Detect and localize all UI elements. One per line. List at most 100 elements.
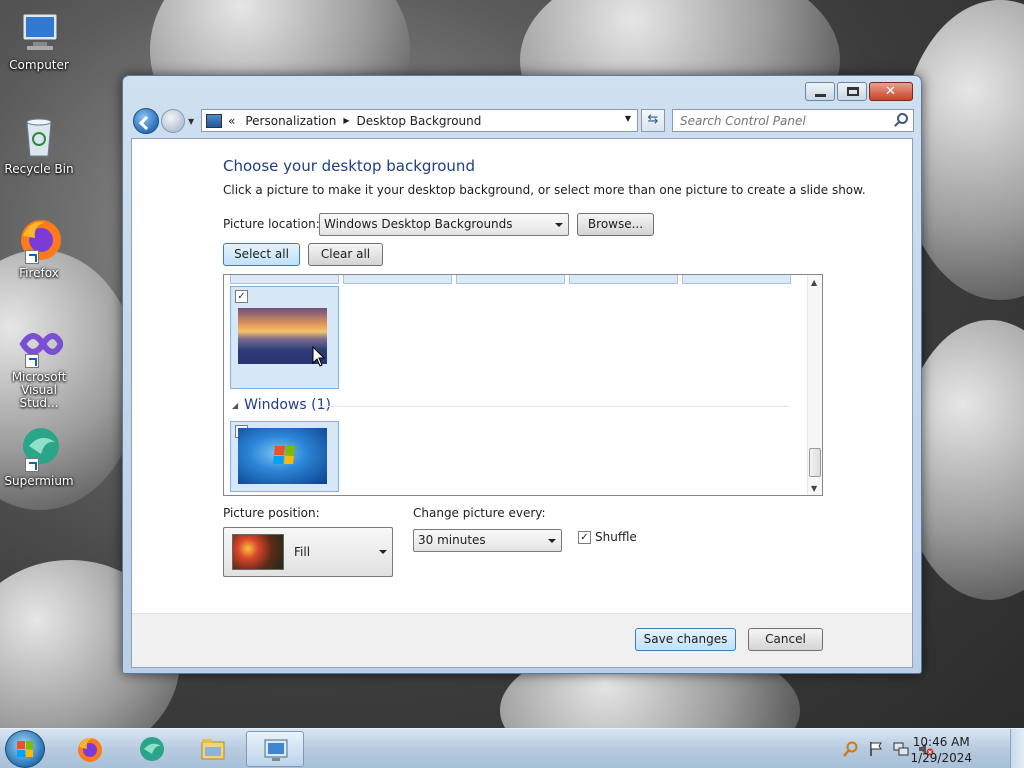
desktop-icon-recycle-bin[interactable]: Recycle Bin (4, 112, 74, 176)
computer-icon (15, 8, 63, 56)
picture-location-select[interactable]: Windows Desktop Backgrounds (319, 213, 569, 236)
start-button[interactable] (5, 730, 45, 768)
picture-position-value: Fill (294, 545, 311, 559)
desktop-icon-supermium[interactable]: Supermium (4, 424, 74, 488)
page-description: Click a picture to make it your desktop … (223, 183, 866, 197)
supermium-icon (140, 737, 164, 761)
firefox-icon (15, 216, 63, 264)
close-button[interactable]: ✕ (869, 82, 913, 101)
window-controls: ✕ (805, 82, 913, 101)
network-icon[interactable] (893, 741, 909, 757)
refresh-button[interactable]: ⇆ (641, 109, 665, 132)
gallery-tile-partial[interactable] (569, 275, 678, 284)
refresh-icon: ⇆ (647, 112, 659, 127)
address-dropdown-icon[interactable]: ▼ (625, 114, 631, 123)
maximize-button[interactable] (837, 82, 867, 101)
change-interval-select[interactable]: 30 minutes (413, 529, 562, 552)
breadcrumb-overflow-icon[interactable]: « (228, 114, 235, 128)
background-gallery: ✓ ◢ Windows (1) ✓ ▲ ▼ (223, 274, 823, 496)
firefox-icon (78, 737, 102, 762)
windows-logo-icon (273, 446, 295, 464)
control-panel-icon (264, 739, 288, 761)
save-changes-button[interactable]: Save changes (635, 628, 736, 651)
breadcrumb-separator-icon[interactable]: ▶ (343, 116, 349, 125)
gallery-scrollbar[interactable]: ▲ ▼ (807, 275, 822, 495)
breadcrumb-desktop-background[interactable]: Desktop Background (356, 114, 481, 128)
picture-location-value: Windows Desktop Backgrounds (324, 217, 513, 231)
chevron-down-icon (548, 539, 556, 543)
mouse-cursor-icon (312, 346, 326, 367)
taskbar: 10:46 AM 1/29/2024 (0, 728, 1024, 768)
desktop-icon-firefox[interactable]: Firefox (4, 216, 74, 280)
scrollbar-thumb[interactable] (809, 448, 821, 477)
shuffle-checkbox[interactable]: ✓ Shuffle (578, 530, 637, 544)
desktop-icon-visual-studio[interactable]: Microsoft Visual Stud... (4, 320, 74, 410)
picture-position-label: Picture position: (223, 506, 320, 520)
group-divider (319, 406, 789, 407)
folder-icon (201, 739, 225, 760)
scroll-up-icon[interactable]: ▲ (811, 278, 817, 287)
collapse-icon[interactable]: ◢ (232, 401, 238, 410)
position-preview-thumbnail (232, 534, 284, 570)
recycle-bin-icon (15, 112, 63, 160)
gallery-tile-partial[interactable] (230, 275, 339, 284)
back-button[interactable] (133, 108, 159, 134)
chevron-down-icon (555, 223, 563, 227)
control-panel-icon (206, 113, 222, 128)
picture-location-label: Picture location: (223, 217, 320, 231)
group-label: Windows (1) (244, 397, 331, 413)
visual-studio-icon (15, 320, 65, 368)
checkbox-checked-icon[interactable]: ✓ (578, 530, 591, 544)
desktop-icon-label: Recycle Bin (4, 162, 74, 176)
dialog-footer: Save changes Cancel (132, 613, 912, 667)
page-title: Choose your desktop background (223, 157, 475, 175)
search-input[interactable] (673, 110, 883, 131)
shuffle-label: Shuffle (595, 530, 637, 544)
search-icon[interactable] (897, 113, 908, 124)
show-desktop-button[interactable] (1010, 729, 1024, 768)
gallery-tile-partial[interactable] (682, 275, 791, 284)
windows-thumbnail (238, 428, 327, 484)
gallery-tile-windows[interactable]: ✓ (230, 421, 339, 492)
search-box (672, 109, 914, 132)
navigation-bar: ▼ « Personalization ▶ Desktop Background… (131, 106, 914, 136)
action-center-flag-icon[interactable] (868, 741, 884, 757)
browse-button[interactable]: Browse... (577, 213, 654, 236)
gallery-tile-landscape[interactable]: ✓ (230, 286, 339, 389)
change-picture-label: Change picture every: (413, 506, 546, 520)
close-icon: ✕ (885, 84, 896, 99)
breadcrumb-personalization[interactable]: Personalization (245, 114, 336, 128)
chevron-down-icon (379, 550, 387, 554)
taskbar-firefox[interactable] (60, 731, 118, 767)
picture-position-select[interactable]: Fill (223, 527, 393, 577)
desktop-background-window: ✕ ▼ « Personalization ▶ Desktop Backgrou… (122, 75, 922, 674)
search-tray-icon[interactable] (843, 741, 859, 757)
desktop-icon-computer[interactable]: Computer (4, 8, 74, 72)
maximize-icon (847, 87, 859, 96)
minimize-button[interactable] (805, 82, 835, 101)
minimize-icon (815, 94, 826, 97)
desktop-icon-label: Computer (9, 58, 69, 72)
supermium-icon (15, 424, 63, 472)
desktop-icon-label: Firefox (19, 266, 59, 280)
taskbar-supermium[interactable] (122, 731, 180, 767)
taskbar-control-panel[interactable] (246, 731, 304, 767)
windows-logo-icon (17, 741, 33, 757)
clock-date: 1/29/2024 (910, 751, 972, 765)
forward-button[interactable] (161, 109, 185, 133)
scroll-down-icon[interactable]: ▼ (811, 484, 817, 493)
address-bar[interactable]: « Personalization ▶ Desktop Background ▼ (201, 109, 638, 132)
content-pane: Choose your desktop background Click a p… (131, 138, 913, 668)
system-clock[interactable]: 10:46 AM 1/29/2024 (910, 734, 972, 766)
clear-all-button[interactable]: Clear all (308, 243, 383, 266)
gallery-tile-partial[interactable] (343, 275, 452, 284)
gallery-group-header[interactable]: ◢ Windows (1) (232, 397, 797, 413)
gallery-tile-partial[interactable] (456, 275, 565, 284)
recent-pages-dropdown[interactable]: ▼ (188, 117, 194, 126)
select-all-button[interactable]: Select all (223, 243, 300, 266)
tile-checkbox[interactable]: ✓ (235, 290, 248, 303)
taskbar-explorer[interactable] (184, 731, 242, 767)
desktop-icon-label: Microsoft Visual Stud... (11, 370, 67, 410)
cancel-button[interactable]: Cancel (748, 628, 823, 651)
clock-time: 10:46 AM (912, 735, 970, 749)
